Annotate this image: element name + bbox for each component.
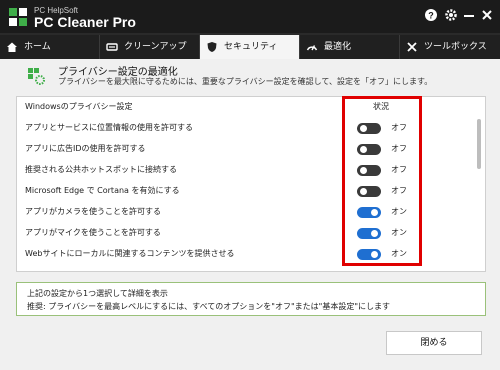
setting-label: アプリとサービスに位置情報の使用を許可する: [25, 123, 193, 132]
help-icon[interactable]: ?: [424, 8, 438, 22]
shield-icon: [207, 42, 217, 52]
title-bar: PC HelpSoft PC Cleaner Pro ?: [0, 0, 500, 33]
tab-label: ツールボックス: [424, 42, 487, 52]
close-button[interactable]: 閉める: [386, 331, 482, 355]
tab-label: クリーンアップ: [124, 42, 187, 52]
tab-security[interactable]: セキュリティ: [200, 35, 300, 59]
app-logo-icon: [9, 8, 27, 26]
tab-label: セキュリティ: [224, 42, 278, 52]
setting-label: Webサイトにローカルに関連するコンテンツを提供させる: [25, 249, 235, 258]
status-highlight-box: [342, 96, 422, 266]
close-icon[interactable]: [480, 8, 494, 22]
info-recommendation: 推奨: プライバシーを最高レベルにするには、すべてのオプションを"オフ"または"…: [27, 302, 390, 311]
minimize-icon[interactable]: [462, 8, 476, 22]
setting-label: 推奨される公共ホットスポットに接続する: [25, 165, 177, 174]
column-header-settings: Windowsのプライバシー設定: [25, 102, 133, 111]
speed-icon: [306, 45, 318, 51]
tab-toolbox[interactable]: ツールボックス: [400, 35, 500, 59]
tab-bar: ホーム クリーンアップ セキュリティ 最適化 ツールボックス: [0, 33, 500, 59]
list-scrollbar[interactable]: [477, 119, 481, 169]
info-hint: 上記の設定から1つ選択して詳細を表示: [27, 289, 168, 298]
section-subtitle: プライバシーを最大限に守るためには、重要なプライバシー設定を確認して、設定を「オ…: [58, 77, 433, 86]
setting-label: アプリに広告IDの使用を許可する: [25, 144, 146, 153]
tools-icon: [407, 42, 417, 52]
tab-label: 最適化: [324, 42, 352, 52]
info-box: 上記の設定から1つ選択して詳細を表示 推奨: プライバシーを最高レベルにするには…: [16, 282, 486, 316]
setting-label: アプリがマイクを使うことを許可する: [25, 228, 161, 237]
product-name: PC Cleaner Pro: [34, 14, 136, 30]
tab-cleanup[interactable]: クリーンアップ: [100, 35, 200, 59]
clean-icon: [106, 43, 118, 51]
tab-optimize[interactable]: 最適化: [300, 35, 400, 59]
tab-label: ホーム: [24, 42, 51, 52]
svg-text:?: ?: [428, 11, 434, 21]
home-icon: [7, 42, 17, 52]
setting-label: アプリがカメラを使うことを許可する: [25, 207, 161, 216]
gear-icon[interactable]: [444, 8, 458, 22]
privacy-settings-icon: [28, 68, 45, 85]
setting-label: Microsoft Edge で Cortana を有効にする: [25, 186, 180, 195]
app-window: PC HelpSoft PC Cleaner Pro ? ホーム クリーンアップ…: [0, 0, 500, 370]
tab-home[interactable]: ホーム: [0, 35, 100, 59]
